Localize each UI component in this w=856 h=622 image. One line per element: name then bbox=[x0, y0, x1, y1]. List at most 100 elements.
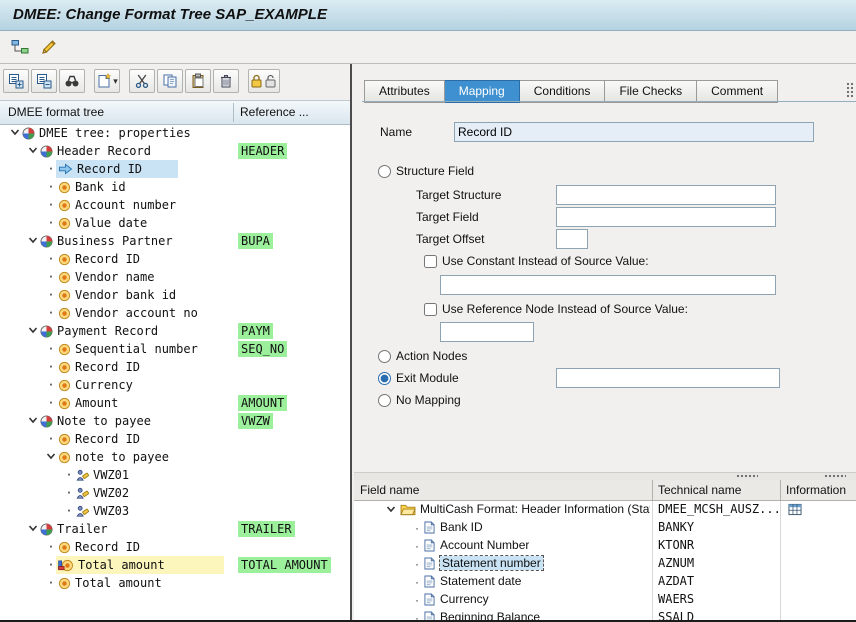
leaf-icon bbox=[58, 289, 71, 302]
radio-structure-field[interactable]: Structure Field bbox=[378, 164, 474, 178]
tree-row[interactable]: note to payee bbox=[0, 448, 350, 466]
tree-item-label: Record ID bbox=[75, 432, 140, 446]
edit-pencil-icon[interactable] bbox=[37, 35, 61, 59]
tree-row[interactable]: ·Record ID bbox=[0, 538, 350, 556]
radio-label: Structure Field bbox=[396, 164, 474, 178]
tree-row[interactable]: ·Vendor bank id bbox=[0, 286, 350, 304]
paste-button[interactable] bbox=[185, 69, 211, 93]
field-row[interactable]: ·Account NumberKTONR bbox=[354, 537, 856, 555]
reference-badge: VWZW bbox=[238, 413, 273, 429]
field-row[interactable]: ·Bank IDBANKY bbox=[354, 519, 856, 537]
tree-row[interactable]: Business PartnerBUPA bbox=[0, 232, 350, 250]
field-row[interactable]: MultiCash Format: Header Information (St… bbox=[354, 501, 856, 519]
radio-exit-module[interactable]: Exit Module bbox=[378, 371, 459, 385]
tree-row[interactable]: ·Bank id bbox=[0, 178, 350, 196]
target-structure-field[interactable] bbox=[556, 185, 776, 205]
tab-comment[interactable]: Comment bbox=[697, 80, 778, 103]
constant-value-field[interactable] bbox=[440, 275, 776, 295]
copy-button[interactable] bbox=[157, 69, 183, 93]
locks-button[interactable] bbox=[248, 69, 280, 93]
tree-item-label: Record ID bbox=[75, 360, 140, 374]
technical-name: KTONR bbox=[658, 538, 778, 552]
tab-attributes[interactable]: Attributes bbox=[364, 80, 445, 103]
target-offset-field[interactable] bbox=[556, 229, 588, 249]
tree-row[interactable]: ·Value date bbox=[0, 214, 350, 232]
use-reference-checkbox[interactable]: Use Reference Node Instead of Source Val… bbox=[424, 302, 688, 316]
window-title: DMEE: Change Format Tree SAP_EXAMPLE bbox=[13, 6, 327, 23]
field-row[interactable]: ·Statement dateAZDAT bbox=[354, 573, 856, 591]
field-name[interactable]: Bank ID bbox=[440, 520, 483, 534]
tree-item-label: Account number bbox=[75, 198, 176, 212]
cut-button[interactable] bbox=[129, 69, 155, 93]
doc-icon bbox=[424, 575, 435, 588]
field-name[interactable]: Statement number bbox=[440, 556, 543, 570]
tree-row[interactable]: ·Vendor account no bbox=[0, 304, 350, 322]
doc-icon bbox=[424, 557, 435, 570]
tab-file-checks[interactable]: File Checks bbox=[605, 80, 697, 103]
exit-module-field[interactable] bbox=[556, 368, 780, 388]
tree-row[interactable]: Header RecordHEADER bbox=[0, 142, 350, 160]
tree-item-label: Value date bbox=[75, 216, 147, 230]
tab-conditions[interactable]: Conditions bbox=[520, 80, 606, 103]
tree-row[interactable]: ·Total amount bbox=[0, 574, 350, 592]
leaf-icon bbox=[58, 433, 71, 446]
panel-resize-handle-icon[interactable] bbox=[846, 82, 853, 98]
tab-mapping[interactable]: Mapping bbox=[445, 80, 520, 103]
technical-name: DMEE_MCSH_AUSZ... bbox=[658, 502, 778, 516]
expand-all-button[interactable] bbox=[3, 69, 29, 93]
tab-label: Attributes bbox=[379, 84, 430, 98]
field-name-header[interactable]: Field name bbox=[360, 483, 419, 497]
field-row[interactable]: ·Beginning BalanceSSALD bbox=[354, 609, 856, 620]
tree-row[interactable]: ·Total amountTOTAL AMOUNT bbox=[0, 556, 350, 574]
field-row[interactable]: ·Statement numberAZNUM bbox=[354, 555, 856, 573]
column-divider[interactable] bbox=[233, 103, 234, 122]
tree-row[interactable]: ·Currency bbox=[0, 376, 350, 394]
name-field[interactable] bbox=[454, 122, 814, 142]
tree-row[interactable]: Payment RecordPAYM bbox=[0, 322, 350, 340]
delete-button[interactable] bbox=[213, 69, 239, 93]
grid-icon[interactable] bbox=[788, 503, 802, 516]
tree-item-label: VWZ01 bbox=[93, 468, 129, 482]
radio-action-nodes[interactable]: Action Nodes bbox=[378, 349, 467, 363]
find-button[interactable] bbox=[59, 69, 85, 93]
technical-name-header[interactable]: Technical name bbox=[658, 483, 741, 497]
tree-row[interactable]: TrailerTRAILER bbox=[0, 520, 350, 538]
tree-row[interactable]: ·Record ID bbox=[0, 250, 350, 268]
arrow-icon bbox=[58, 163, 73, 175]
tree-row[interactable]: ·Sequential numberSEQ_NO bbox=[0, 340, 350, 358]
leaf-icon bbox=[58, 397, 71, 410]
collapse-all-button[interactable] bbox=[31, 69, 57, 93]
field-name[interactable]: Statement date bbox=[440, 574, 521, 588]
field-row[interactable]: ·CurrencyWAERS bbox=[354, 591, 856, 609]
field-name[interactable]: MultiCash Format: Header Information (St… bbox=[420, 502, 650, 516]
tree-row[interactable]: ·VWZ03 bbox=[0, 502, 350, 520]
leaf-icon bbox=[58, 271, 71, 284]
expander-icon[interactable] bbox=[384, 503, 398, 517]
tree-row[interactable]: ·Record ID bbox=[0, 358, 350, 376]
tree-row[interactable]: ·Record ID bbox=[0, 430, 350, 448]
tree-row[interactable]: DMEE tree: properties bbox=[0, 124, 350, 142]
tree-row[interactable]: ·Vendor name bbox=[0, 268, 350, 286]
dropdown-caret-icon[interactable]: ▾ bbox=[113, 76, 118, 87]
tree-row[interactable]: ·VWZ02 bbox=[0, 484, 350, 502]
format-tree-icon[interactable] bbox=[8, 35, 32, 59]
field-name[interactable]: Account Number bbox=[440, 538, 529, 552]
tree-header-label: DMEE format tree bbox=[8, 105, 104, 119]
doc-icon bbox=[424, 611, 435, 620]
tree-row[interactable]: ·Account number bbox=[0, 196, 350, 214]
target-field-field[interactable] bbox=[556, 207, 776, 227]
create-button[interactable]: ▾ bbox=[94, 69, 120, 93]
tree-row[interactable]: ·VWZ01 bbox=[0, 466, 350, 484]
field-name[interactable]: Beginning Balance bbox=[440, 610, 540, 620]
field-name[interactable]: Currency bbox=[440, 592, 489, 606]
tree-column-header: DMEE format tree Reference ... bbox=[0, 100, 350, 125]
radio-no-mapping[interactable]: No Mapping bbox=[378, 393, 461, 407]
reference-node-field[interactable] bbox=[440, 322, 534, 342]
use-constant-checkbox[interactable]: Use Constant Instead of Source Value: bbox=[424, 254, 649, 268]
leaf-icon bbox=[58, 343, 71, 356]
tree-row[interactable]: ·Record ID bbox=[0, 160, 350, 178]
leaf-icon bbox=[58, 451, 71, 464]
tree-row[interactable]: ·AmountAMOUNT bbox=[0, 394, 350, 412]
information-header[interactable]: Information bbox=[786, 483, 846, 497]
tree-row[interactable]: Note to payeeVWZW bbox=[0, 412, 350, 430]
